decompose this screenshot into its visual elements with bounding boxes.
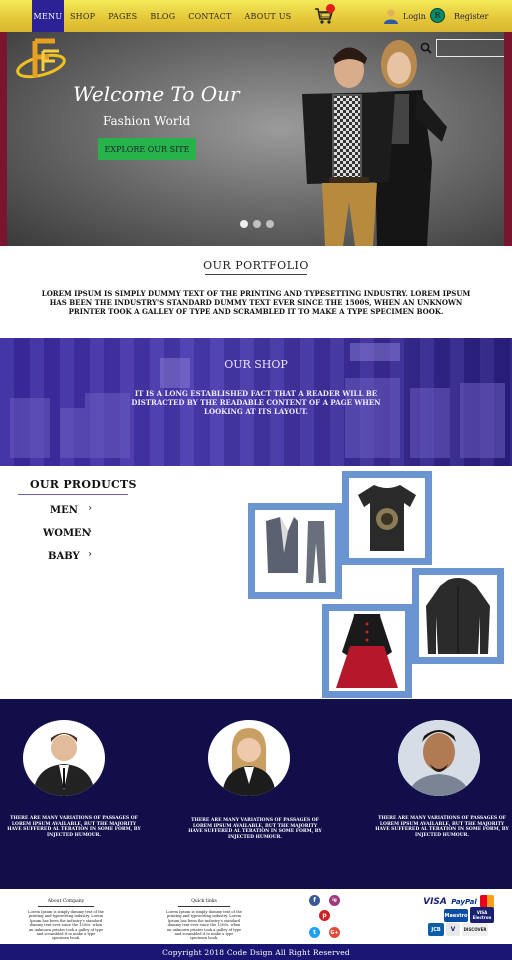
maestro-card-icon: Maestro <box>444 909 468 922</box>
portfolio-text: LOREM IPSUM IS SIMPLY DUMMY TEXT OF THE … <box>41 289 471 316</box>
brand-logo[interactable] <box>15 37 67 81</box>
carousel-dots <box>240 220 274 228</box>
category-women[interactable]: WOMEN <box>43 528 91 539</box>
product-card-dress[interactable] <box>322 604 412 698</box>
discover-card-icon: DISCOVER <box>462 923 488 936</box>
visa-electron-icon: VISA Electron <box>470 907 494 923</box>
hoodie-product-image <box>426 578 490 654</box>
search-input[interactable] <box>436 39 504 57</box>
user-icon[interactable] <box>383 8 399 24</box>
instagram-icon[interactable]: ig <box>329 895 340 906</box>
quick-links-heading[interactable]: Quick links <box>166 899 242 904</box>
portfolio-underline <box>205 274 307 275</box>
nav-link-about-us[interactable]: ABOUT US <box>245 12 292 21</box>
visa-small-icon: V <box>446 923 460 936</box>
suit-product-image <box>266 517 326 583</box>
quick-links-underline <box>178 906 230 907</box>
facebook-icon[interactable]: f <box>309 895 320 906</box>
google-plus-icon[interactable]: G+ <box>329 927 340 938</box>
nav-link-pages[interactable]: PAGES <box>108 12 137 21</box>
products-title: OUR PRODUCTS <box>30 478 137 491</box>
product-card-hoodie[interactable] <box>412 568 504 664</box>
nav-links: SHOP PAGES BLOG CONTACT ABOUT US <box>70 0 291 32</box>
search-icon[interactable] <box>420 42 432 54</box>
product-card-tshirt[interactable] <box>342 471 432 565</box>
hero-subtitle: Fashion World <box>103 114 191 128</box>
category-baby[interactable]: BABY <box>48 551 80 562</box>
hero-banner: Welcome To Our Fashion World EXPLORE OUR… <box>0 32 512 246</box>
chevron-right-icon[interactable]: › <box>88 526 92 537</box>
copyright-bar: Copyright 2018 Code Dsign All Right Rese… <box>0 944 512 960</box>
pinterest-icon[interactable]: p <box>319 910 330 921</box>
nav-link-contact[interactable]: CONTACT <box>188 12 231 21</box>
team-member-text-3: THERE ARE MANY VARIATIONS OF PASSAGES OF… <box>375 816 509 838</box>
category-men[interactable]: MEN <box>50 505 78 516</box>
footer: About Company Lorem Ipsum is simply dumm… <box>0 889 512 944</box>
product-card-suit[interactable] <box>248 503 342 599</box>
carousel-dot-2[interactable] <box>253 220 261 228</box>
shop-title: OUR SHOP <box>224 358 288 371</box>
hero-models-photo <box>302 40 447 246</box>
explore-button[interactable]: EXPLORE OUR SITE <box>98 138 196 160</box>
team-member-text-1: THERE ARE MANY VARIATIONS OF PASSAGES OF… <box>7 816 141 838</box>
portfolio-title: OUR PORTFOLIO <box>203 259 309 272</box>
nav-link-blog[interactable]: BLOG <box>150 12 175 21</box>
team-member-text-2: THERE ARE MANY VARIATIONS OF PASSAGES OF… <box>188 818 322 840</box>
team-member-avatar-1 <box>23 720 105 796</box>
top-navbar: MENU SHOP PAGES BLOG CONTACT ABOUT US Lo… <box>0 0 512 32</box>
twitter-icon[interactable]: t <box>309 927 320 938</box>
register-link[interactable]: Register <box>454 12 488 21</box>
hero-image: Welcome To Our Fashion World EXPLORE OUR… <box>7 32 504 246</box>
nav-link-shop[interactable]: SHOP <box>70 12 95 21</box>
chevron-right-icon[interactable]: › <box>88 549 92 560</box>
quick-links-text: Lorem Ipsum is simply dummy text of the … <box>166 910 242 941</box>
tshirt-product-image <box>358 485 416 551</box>
menu-button[interactable]: MENU <box>32 0 64 32</box>
hero-welcome-title: Welcome To Our <box>73 82 240 106</box>
team-member-avatar-2 <box>208 720 290 796</box>
carousel-dot-1[interactable] <box>240 220 248 228</box>
jcb-card-icon: JCB <box>428 923 444 936</box>
about-company-heading: About Company <box>47 899 85 904</box>
dress-product-image <box>336 614 398 688</box>
team-member-avatar-3 <box>398 720 480 796</box>
carousel-dot-3[interactable] <box>266 220 274 228</box>
register-icon[interactable]: R <box>430 8 445 23</box>
login-link[interactable]: Login <box>403 12 426 21</box>
chevron-right-icon[interactable]: › <box>88 503 92 514</box>
shop-text: IT IS A LONG ESTABLISHED FACT THAT A REA… <box>131 389 381 416</box>
products-underline <box>18 494 128 495</box>
about-underline <box>38 906 94 907</box>
visa-card-icon: VISA <box>423 896 447 907</box>
about-company-text: Lorem Ipsum is simply dummy text of the … <box>28 910 104 941</box>
cart-badge <box>326 4 335 13</box>
team-section: THERE ARE MANY VARIATIONS OF PASSAGES OF… <box>0 699 512 889</box>
